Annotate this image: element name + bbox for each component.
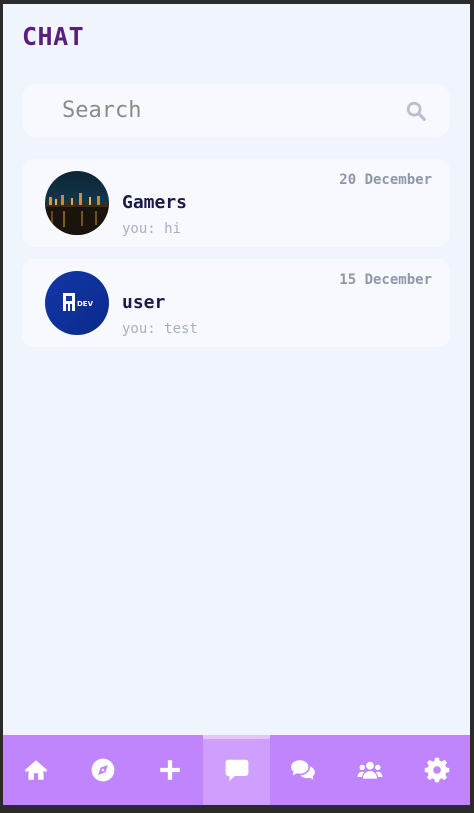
chat-preview: you: test bbox=[122, 321, 198, 337]
nav-chat[interactable] bbox=[203, 735, 270, 805]
gear-icon bbox=[424, 757, 449, 783]
nav-create[interactable] bbox=[136, 735, 203, 805]
nav-comments[interactable] bbox=[270, 735, 337, 805]
message-icon bbox=[225, 759, 248, 781]
search-icon[interactable] bbox=[404, 99, 428, 123]
users-icon bbox=[357, 761, 383, 779]
bottom-nav bbox=[3, 735, 470, 805]
chat-preview: you: hi bbox=[122, 221, 182, 237]
search-bar[interactable] bbox=[22, 84, 450, 137]
app-frame: CHAT Search Gamers you: hi 20 December D… bbox=[3, 4, 470, 805]
city-night-icon bbox=[45, 171, 109, 235]
chat-date: 15 December bbox=[339, 272, 432, 288]
nav-community[interactable] bbox=[337, 735, 404, 805]
nav-explore[interactable] bbox=[70, 735, 137, 805]
avatar-text: DEV bbox=[77, 300, 94, 308]
chat-list: Gamers you: hi 20 December DEV user you:… bbox=[22, 159, 450, 359]
home-icon bbox=[24, 760, 48, 780]
chat-name: Gamers bbox=[122, 192, 188, 213]
page-title: CHAT bbox=[22, 22, 85, 51]
chat-item-gamers[interactable]: Gamers you: hi 20 December bbox=[22, 159, 450, 247]
plus-icon bbox=[160, 760, 180, 780]
compass-icon bbox=[91, 758, 115, 782]
nav-home[interactable] bbox=[3, 735, 70, 805]
chat-name: user bbox=[122, 292, 166, 313]
nav-settings[interactable] bbox=[403, 735, 470, 805]
comments-icon bbox=[291, 760, 316, 780]
dev-logo-icon: DEV bbox=[45, 271, 109, 335]
chat-date: 20 December bbox=[339, 172, 432, 188]
chat-item-user[interactable]: DEV user you: test 15 December bbox=[22, 259, 450, 347]
search-input[interactable] bbox=[60, 97, 404, 124]
